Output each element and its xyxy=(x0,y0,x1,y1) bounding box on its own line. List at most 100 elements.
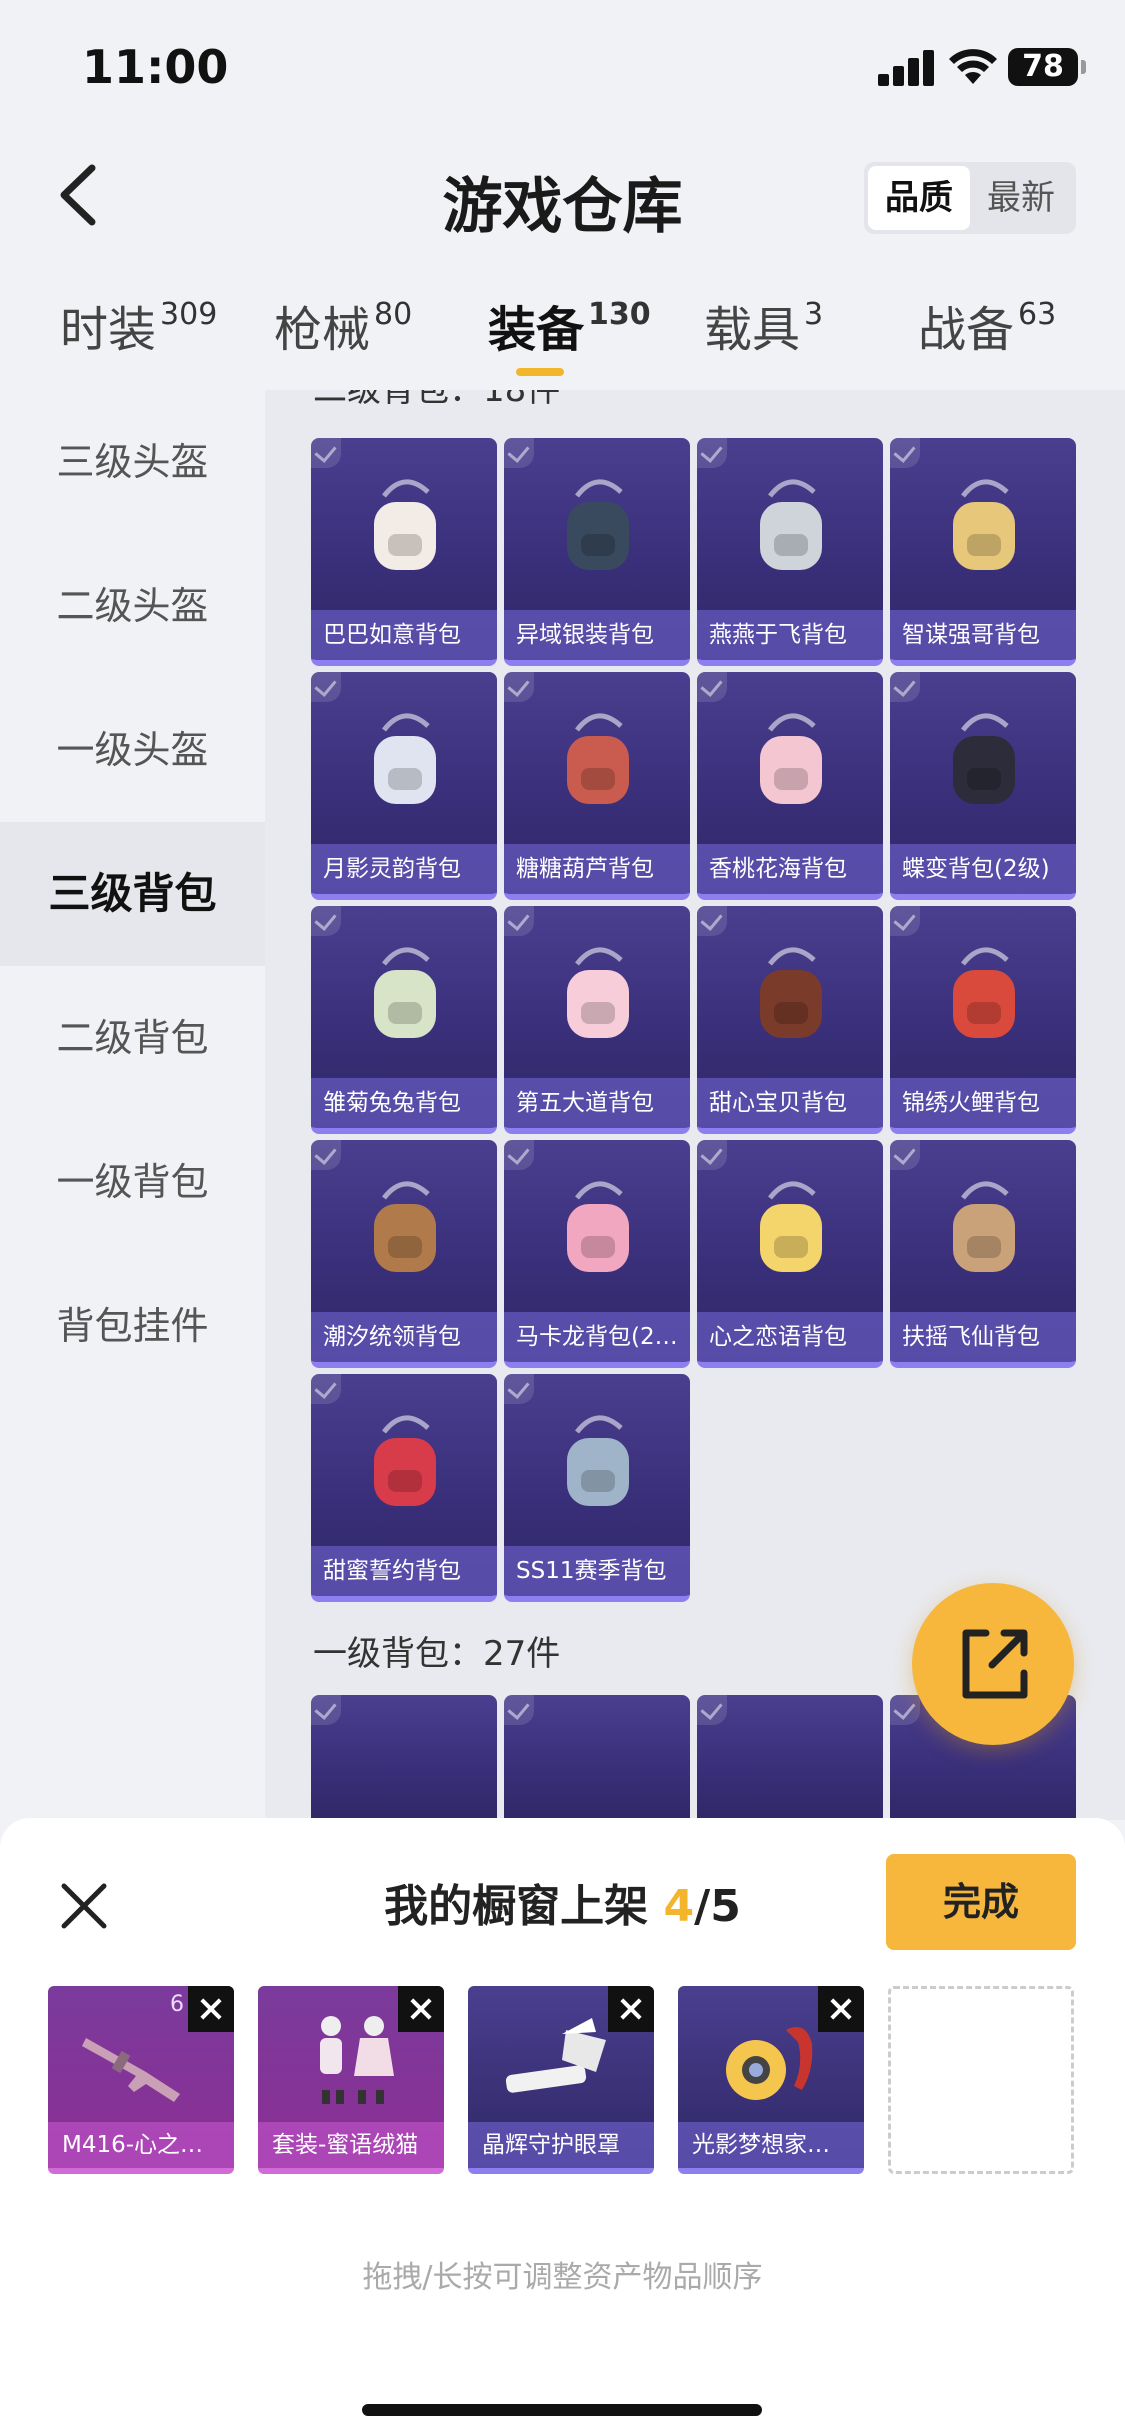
item-card[interactable]: 甜蜜誓约背包 xyxy=(311,1374,497,1602)
item-name: 第五大道背包 xyxy=(504,1078,690,1128)
checkbox-icon[interactable] xyxy=(504,438,534,468)
checkbox-icon[interactable] xyxy=(504,1695,534,1725)
checkbox-icon[interactable] xyxy=(504,672,534,702)
item-card[interactable]: 月影灵韵背包 xyxy=(311,672,497,900)
item-card[interactable]: 香桃花海背包 xyxy=(697,672,883,900)
backpack-icon xyxy=(374,479,436,570)
backpack-icon xyxy=(953,713,1015,804)
item-card[interactable]: 糖糖葫芦背包 xyxy=(504,672,690,900)
checkbox-icon[interactable] xyxy=(890,438,920,468)
tab-vehicles[interactable]: 载具 3 xyxy=(704,290,823,360)
remove-icon[interactable] xyxy=(608,1986,654,2032)
checkbox-icon[interactable] xyxy=(697,672,727,702)
item-card[interactable]: 第五大道背包 xyxy=(504,906,690,1134)
done-button[interactable]: 完成 xyxy=(886,1854,1076,1950)
outfit-icon xyxy=(320,2016,394,2104)
checkbox-icon[interactable] xyxy=(311,1695,341,1725)
status-bar: 11:00 78 xyxy=(0,0,1125,130)
item-name: 香桃花海背包 xyxy=(697,844,883,894)
item-card[interactable]: 锦绣火鲤背包 xyxy=(890,906,1076,1134)
tab-supplies[interactable]: 战备 63 xyxy=(918,290,1056,360)
item-card[interactable] xyxy=(311,1695,497,1820)
item-card[interactable]: 扶摇飞仙背包 xyxy=(890,1140,1076,1368)
checkbox-icon[interactable] xyxy=(697,906,727,936)
item-name: 马卡龙背包(2级) xyxy=(504,1312,690,1362)
tab-firearms[interactable]: 枪械 80 xyxy=(274,290,412,360)
checkbox-icon[interactable] xyxy=(311,1140,341,1170)
sidebar-item-backpack-1[interactable]: 一级背包 xyxy=(0,1110,265,1254)
checkbox-icon[interactable] xyxy=(311,438,341,468)
showcase-slot[interactable]: 6 M416-心之恋语 xyxy=(48,1986,234,2174)
item-name: 异域银装背包 xyxy=(504,610,690,660)
remove-icon[interactable] xyxy=(188,1986,234,2032)
backpack-icon xyxy=(374,1181,436,1272)
slot-name: M416-心之恋语 xyxy=(48,2122,234,2168)
checkbox-icon[interactable] xyxy=(890,1695,920,1725)
checkbox-icon[interactable] xyxy=(890,672,920,702)
item-name: 燕燕于飞背包 xyxy=(697,610,883,660)
sort-option-newest[interactable]: 最新 xyxy=(970,166,1072,230)
checkbox-icon[interactable] xyxy=(697,1695,727,1725)
item-card[interactable]: 马卡龙背包(2级) xyxy=(504,1140,690,1368)
item-name: 智谋强哥背包 xyxy=(890,610,1076,660)
sidebar-item-helmet-2[interactable]: 二级头盔 xyxy=(0,534,265,678)
checkbox-icon[interactable] xyxy=(504,906,534,936)
sidebar-item-backpack-2[interactable]: 二级背包 xyxy=(0,966,265,1110)
backpack-icon xyxy=(953,479,1015,570)
checkbox-icon[interactable] xyxy=(697,438,727,468)
item-card[interactable]: 心之恋语背包 xyxy=(697,1140,883,1368)
tab-count: 80 xyxy=(374,297,413,332)
item-card[interactable]: 燕燕于飞背包 xyxy=(697,438,883,666)
item-card[interactable]: 雏菊兔兔背包 xyxy=(311,906,497,1134)
item-card[interactable]: 异域银装背包 xyxy=(504,438,690,666)
tab-count: 63 xyxy=(1018,297,1057,332)
item-name: 雏菊兔兔背包 xyxy=(311,1078,497,1128)
item-card[interactable]: 蝶变背包(2级) xyxy=(890,672,1076,900)
item-name: 糖糖葫芦背包 xyxy=(504,844,690,894)
backpack-icon xyxy=(567,1181,629,1272)
home-indicator xyxy=(362,2404,762,2416)
showcase-slot[interactable]: 套装-蜜语绒猫 xyxy=(258,1986,444,2174)
sort-toggle[interactable]: 品质 最新 xyxy=(864,162,1076,234)
item-card[interactable] xyxy=(697,1695,883,1820)
backpack-icon xyxy=(567,479,629,570)
share-button[interactable] xyxy=(912,1583,1074,1745)
checkbox-icon[interactable] xyxy=(697,1140,727,1170)
item-name: 蝶变背包(2级) xyxy=(890,844,1076,894)
tab-equipment[interactable]: 装备 130 xyxy=(488,290,651,376)
slot-name: 晶辉守护眼罩 xyxy=(468,2122,654,2168)
checkbox-icon[interactable] xyxy=(890,1140,920,1170)
checkbox-icon[interactable] xyxy=(311,1374,341,1404)
item-name: 甜心宝贝背包 xyxy=(697,1078,883,1128)
showcase-slot[interactable]: 光影梦想家面罩 xyxy=(678,1986,864,2174)
showcase-slot-empty[interactable] xyxy=(888,1986,1074,2174)
item-name: 扶摇飞仙背包 xyxy=(890,1312,1076,1362)
item-card[interactable]: 潮汐统领背包 xyxy=(311,1140,497,1368)
sidebar-item-helmet-1[interactable]: 一级头盔 xyxy=(0,678,265,822)
item-card[interactable] xyxy=(504,1695,690,1820)
status-time: 11:00 xyxy=(82,40,229,94)
showcase-slot[interactable]: 晶辉守护眼罩 xyxy=(468,1986,654,2174)
checkbox-icon[interactable] xyxy=(504,1140,534,1170)
sidebar-item-backpack-3[interactable]: 三级背包 xyxy=(0,822,265,966)
checkbox-icon[interactable] xyxy=(890,906,920,936)
item-name: 锦绣火鲤背包 xyxy=(890,1078,1076,1128)
tab-label: 战备 xyxy=(918,302,1015,358)
tab-count: 3 xyxy=(804,297,824,332)
remove-icon[interactable] xyxy=(398,1986,444,2032)
checkbox-icon[interactable] xyxy=(504,1374,534,1404)
sidebar-item-helmet-3[interactable]: 三级头盔 xyxy=(0,390,265,534)
item-card[interactable]: SS11赛季背包 xyxy=(504,1374,690,1602)
item-name: 甜蜜誓约背包 xyxy=(311,1546,497,1596)
tab-fashion[interactable]: 时装 309 xyxy=(60,290,217,360)
item-card[interactable]: 甜心宝贝背包 xyxy=(697,906,883,1134)
checkbox-icon[interactable] xyxy=(311,672,341,702)
sidebar-item-backpack-charm[interactable]: 背包挂件 xyxy=(0,1254,265,1398)
backpack-icon xyxy=(760,713,822,804)
item-card[interactable]: 巴巴如意背包 xyxy=(311,438,497,666)
sort-option-quality[interactable]: 品质 xyxy=(868,166,970,230)
remove-icon[interactable] xyxy=(818,1986,864,2032)
item-card[interactable]: 智谋强哥背包 xyxy=(890,438,1076,666)
checkbox-icon[interactable] xyxy=(311,906,341,936)
item-name: 巴巴如意背包 xyxy=(311,610,497,660)
